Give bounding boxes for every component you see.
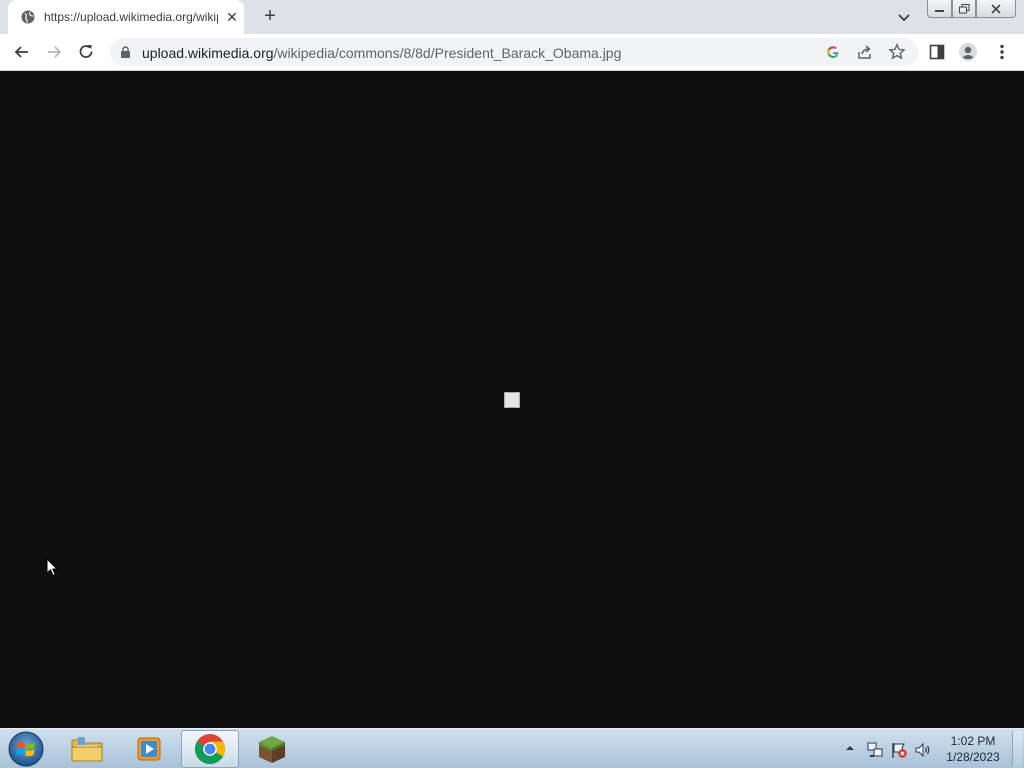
restore-button[interactable] — [952, 0, 976, 18]
clock-time: 1:02 PM — [950, 734, 996, 748]
window-controls — [927, 0, 1016, 18]
mouse-cursor-icon — [46, 558, 58, 577]
close-window-button[interactable] — [976, 0, 1016, 18]
taskbar-app-media-player[interactable] — [120, 730, 178, 768]
show-desktop-button[interactable] — [1012, 731, 1022, 767]
network-icon[interactable] — [866, 741, 884, 759]
chrome-icon — [194, 734, 226, 764]
tab-strip: https://upload.wikimedia.org/wikipedia/c… — [0, 0, 1024, 34]
minimize-icon — [935, 9, 944, 12]
star-icon[interactable] — [888, 43, 906, 61]
tab-title: https://upload.wikimedia.org/wikipedia/c… — [44, 10, 218, 24]
profile-icon[interactable] — [958, 42, 978, 62]
url-path: /wikipedia/commons/8/8d/President_Barack… — [273, 45, 622, 61]
taskbar-app-explorer[interactable] — [58, 730, 116, 768]
windows-start-icon[interactable] — [6, 730, 46, 768]
taskbar-app-chrome[interactable] — [181, 730, 239, 768]
browser-tab[interactable]: https://upload.wikimedia.org/wikipedia/c… — [8, 0, 244, 34]
kebab-menu-icon[interactable] — [992, 42, 1012, 62]
side-panel-icon[interactable] — [927, 42, 947, 62]
forward-arrow-icon[interactable] — [44, 42, 64, 62]
globe-icon — [21, 10, 35, 24]
url-text[interactable]: upload.wikimedia.org/wikipedia/commons/8… — [142, 45, 621, 61]
volume-icon[interactable] — [914, 741, 932, 759]
url-host: upload.wikimedia.org — [142, 45, 274, 61]
clock-date: 1/28/2023 — [946, 750, 1000, 764]
restore-icon — [958, 3, 969, 13]
taskbar: 1:02 PM 1/28/2023 — [0, 728, 1024, 768]
google-lens-icon[interactable] — [824, 43, 842, 61]
share-icon[interactable] — [856, 43, 874, 61]
folder-icon — [71, 737, 103, 762]
media-player-icon — [137, 737, 161, 761]
action-center-flag-icon[interactable] — [890, 741, 908, 759]
page-content — [0, 71, 1024, 728]
back-arrow-icon[interactable] — [12, 42, 32, 62]
new-tab-button[interactable]: + — [258, 5, 282, 29]
tab-close-icon[interactable]: ✕ — [224, 9, 240, 25]
browser-toolbar: upload.wikimedia.org/wikipedia/commons/8… — [0, 34, 1024, 71]
system-clock[interactable]: 1:02 PM 1/28/2023 — [940, 733, 1006, 765]
taskbar-app-minecraft[interactable] — [243, 730, 301, 768]
lock-icon[interactable] — [120, 46, 131, 58]
address-bar[interactable]: upload.wikimedia.org/wikipedia/commons/8… — [110, 38, 918, 66]
minimize-button[interactable] — [927, 0, 952, 18]
broken-image-icon — [504, 392, 520, 408]
close-icon — [991, 3, 1001, 14]
chevron-down-icon[interactable] — [894, 7, 914, 27]
reload-icon[interactable] — [76, 42, 96, 62]
show-hidden-icons-icon[interactable] — [845, 743, 855, 753]
minecraft-grass-block-icon — [259, 736, 285, 763]
